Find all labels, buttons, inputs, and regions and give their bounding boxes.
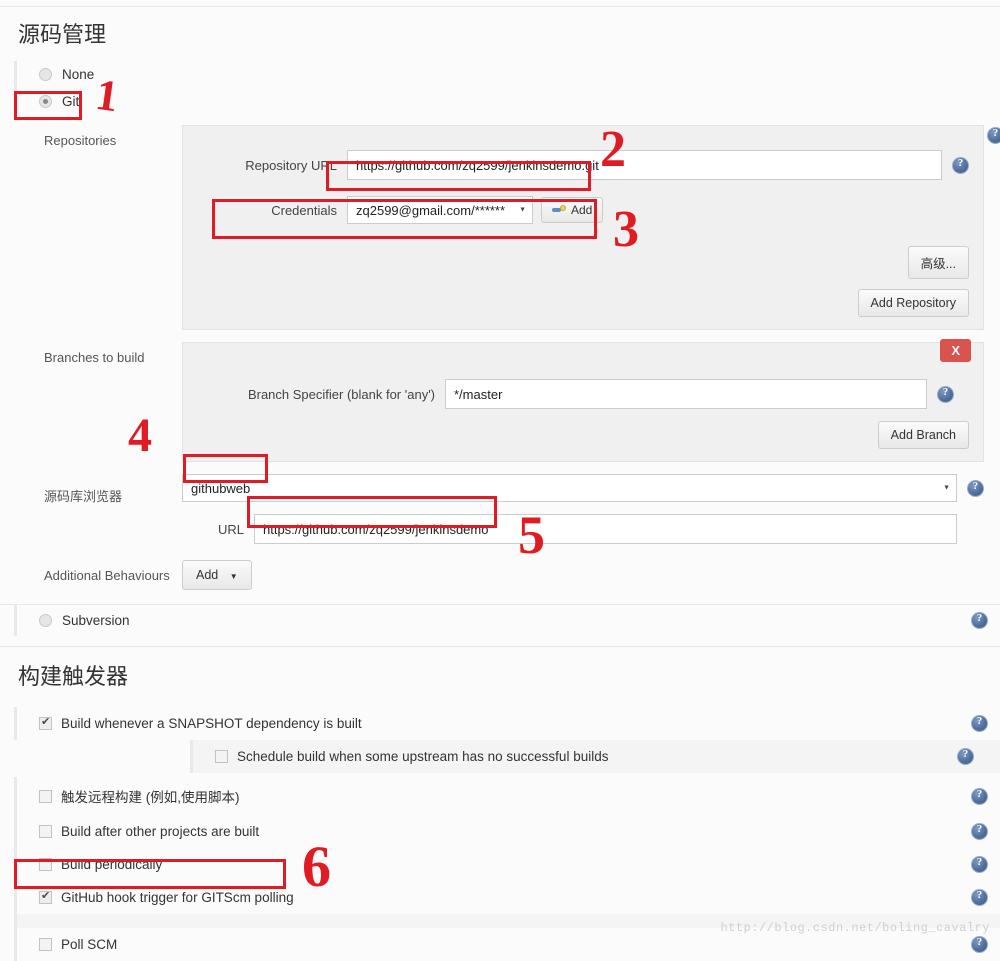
trigger-row-github-hook[interactable]: GitHub hook trigger for GITScm polling: [14, 881, 1000, 914]
browser-url-input[interactable]: [254, 514, 957, 544]
help-icon-trigger-github-hook[interactable]: [971, 889, 988, 906]
checkbox-after-other-projects[interactable]: [39, 825, 52, 838]
trigger-row-after-other-projects[interactable]: Build after other projects are built: [14, 815, 1000, 848]
help-icon-trigger-snapshot[interactable]: [971, 715, 988, 732]
repositories-panel: Repository URL Credentials zq2599@gmail.…: [182, 125, 984, 330]
add-credentials-button[interactable]: Add: [541, 197, 604, 223]
credentials-select-wrap[interactable]: zq2599@gmail.com/******: [347, 196, 533, 224]
add-branch-button[interactable]: Add Branch: [877, 421, 969, 449]
trigger-row-remote[interactable]: 触发远程构建 (例如,使用脚本): [14, 777, 1000, 815]
scm-option-none[interactable]: None: [14, 61, 1000, 88]
trigger-label-github-hook: GitHub hook trigger for GITScm polling: [61, 890, 294, 905]
trigger-row-snapshot[interactable]: Build whenever a SNAPSHOT dependency is …: [14, 707, 1000, 740]
repo-browser-label: 源码库浏览器: [44, 489, 123, 504]
page-title-triggers: 构建触发器: [0, 646, 1000, 701]
add-branch-row: Add Branch: [197, 421, 969, 449]
help-icon-repo-browser[interactable]: [967, 479, 984, 497]
help-icon-subversion[interactable]: [971, 612, 988, 629]
trigger-label-schedule-upstream: Schedule build when some upstream has no…: [237, 749, 609, 764]
scm-option-git-label: Git: [62, 94, 80, 109]
jenkins-job-config-page: 源码管理 None Git Repositories Repository UR…: [0, 6, 1000, 961]
help-icon-branch-specifier[interactable]: [937, 385, 954, 403]
branch-specifier-row: Branch Specifier (blank for 'any'): [197, 379, 969, 409]
help-icon-repositories[interactable]: [987, 127, 1000, 144]
help-icon-trigger-after-other-projects[interactable]: [971, 823, 988, 840]
page-title-scm: 源码管理: [0, 6, 1000, 57]
repository-url-row: Repository URL: [197, 150, 969, 180]
additional-behaviours-row: Additional Behaviours Add ▼: [0, 560, 1000, 590]
trigger-label-remote: 触发远程构建 (例如,使用脚本): [61, 790, 240, 805]
checkbox-schedule-upstream[interactable]: [215, 750, 228, 763]
branches-panel: X Branch Specifier (blank for 'any') Add…: [182, 339, 984, 462]
repository-url-label: Repository URL: [245, 157, 337, 173]
checkbox-build-periodically[interactable]: [39, 858, 52, 871]
trigger-label-snapshot: Build whenever a SNAPSHOT dependency is …: [61, 716, 362, 731]
repo-browser-control-row: githubweb: [182, 474, 984, 502]
additional-behaviours-label: Additional Behaviours: [44, 568, 170, 583]
radio-none[interactable]: [39, 68, 52, 81]
checkbox-github-hook[interactable]: [39, 889, 52, 904]
checkbox-snapshot-dependency[interactable]: [39, 715, 52, 730]
repo-browser-select-wrap[interactable]: githubweb: [182, 474, 957, 502]
repo-browser-select[interactable]: githubweb: [182, 474, 957, 502]
credentials-select[interactable]: zq2599@gmail.com/******: [347, 196, 533, 224]
trigger-label-periodically: Build periodically: [61, 857, 163, 872]
branches-label: Branches to build: [44, 350, 145, 365]
add-credentials-label: Add: [571, 203, 593, 217]
scm-option-git[interactable]: Git: [14, 88, 1000, 115]
trigger-label-after-other-projects: Build after other projects are built: [61, 824, 260, 839]
branch-specifier-label: Branch Specifier (blank for 'any'): [247, 386, 435, 402]
repository-url-input[interactable]: [347, 150, 942, 180]
help-icon-trigger-poll-scm[interactable]: [971, 936, 988, 953]
add-repository-row: Add Repository: [197, 289, 969, 317]
add-behaviour-button[interactable]: Add ▼: [182, 560, 252, 590]
browser-url-row: URL: [182, 514, 984, 544]
branch-specifier-input[interactable]: [445, 379, 927, 409]
repositories-row: Repositories Repository URL Credentials …: [0, 119, 1000, 336]
scm-option-subversion[interactable]: Subversion: [14, 605, 1000, 636]
repo-browser-row: 源码库浏览器 githubweb URL: [0, 474, 1000, 544]
credentials-label: Credentials: [271, 202, 337, 218]
scm-option-none-label: None: [62, 67, 95, 82]
browser-url-label: URL: [217, 521, 244, 537]
trigger-row-periodically[interactable]: Build periodically: [14, 848, 1000, 881]
checkbox-poll-scm[interactable]: [39, 938, 52, 951]
delete-branch-wrap: X: [940, 339, 971, 362]
advanced-button[interactable]: 高级...: [907, 246, 969, 279]
checkbox-remote-trigger[interactable]: [39, 789, 52, 803]
credentials-row: Credentials zq2599@gmail.com/****** Add: [197, 196, 969, 224]
help-icon-trigger-periodically[interactable]: [971, 856, 988, 873]
trigger-label-poll-scm: Poll SCM: [61, 937, 118, 952]
chevron-down-icon: ▼: [229, 572, 238, 581]
trigger-row-schedule-upstream[interactable]: Schedule build when some upstream has no…: [190, 740, 1000, 773]
advanced-row: 高级...: [197, 246, 969, 279]
branches-row: Branches to build X Branch Specifier (bl…: [0, 336, 1000, 468]
radio-subversion[interactable]: [39, 614, 52, 627]
delete-branch-button[interactable]: X: [940, 339, 971, 362]
help-icon-trigger-remote[interactable]: [971, 787, 988, 805]
repositories-label: Repositories: [44, 133, 117, 148]
scm-option-subversion-label: Subversion: [62, 613, 130, 628]
key-icon: [552, 205, 566, 215]
radio-git[interactable]: [39, 95, 52, 108]
help-icon-repository-url[interactable]: [952, 156, 969, 174]
help-icon-trigger-schedule-upstream[interactable]: [957, 748, 974, 765]
add-repository-button[interactable]: Add Repository: [857, 289, 969, 317]
add-behaviour-label: Add: [196, 568, 219, 582]
